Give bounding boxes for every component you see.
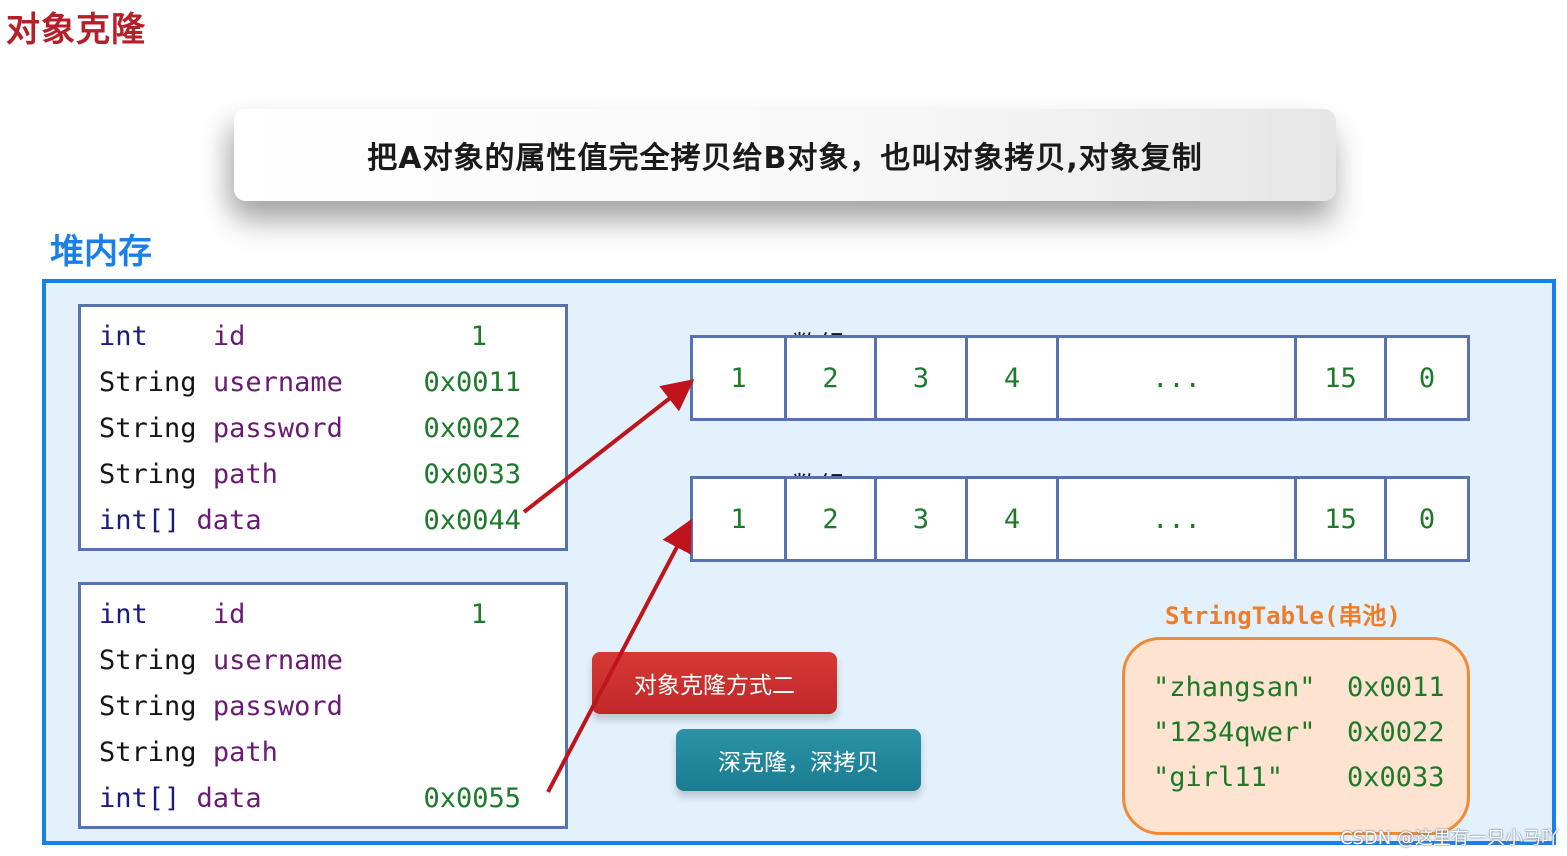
heap-label: 堆内存: [50, 232, 152, 272]
field-name: password: [212, 413, 343, 444]
field-name: id: [212, 321, 246, 352]
watermark: CSDN @这里有一只小马吖: [1339, 828, 1559, 849]
string-address: 0x0033: [1347, 762, 1445, 793]
field-name: username: [212, 367, 343, 398]
field-row: int[] data: [99, 501, 262, 541]
definition-banner: 把A对象的属性值完全拷贝给B对象，也叫对象拷贝,对象复制: [234, 109, 1336, 201]
field-row: String path: [99, 733, 278, 773]
field-value: 1: [470, 321, 487, 352]
deep-clone-tag: 深克隆，深拷贝: [676, 729, 921, 791]
string-table-entry: "zhangsan" 0x0011: [1153, 666, 1445, 710]
array-cell: 1: [693, 479, 787, 559]
string-literal: "girl11": [1153, 762, 1284, 793]
string-address: 0x0022: [1347, 717, 1445, 748]
field-name: data: [196, 505, 262, 536]
array-0x0055: 1 2 3 4... 15 0: [690, 476, 1470, 562]
array-cell: 4: [968, 338, 1059, 418]
field-type: String: [99, 737, 197, 768]
array-cell: 2: [787, 479, 877, 559]
definition-text: 把A对象的属性值完全拷贝给B对象，也叫对象拷贝,对象复制: [367, 141, 1203, 176]
field-name: username: [212, 645, 343, 676]
array-cell: 3: [877, 479, 968, 559]
field-row: String path: [99, 455, 278, 495]
string-literal: "1234qwer": [1153, 717, 1316, 748]
field-row: int[] data: [99, 779, 262, 819]
field-type: int: [99, 321, 148, 352]
field-type: int: [99, 599, 148, 630]
field-type: String: [99, 691, 197, 722]
array-0x0044: 1 2 3 4... 15 0: [690, 335, 1470, 421]
clone-method-tag: 对象克隆方式二: [592, 652, 837, 714]
array-cell: 1: [693, 338, 787, 418]
field-row: String password: [99, 409, 343, 449]
array-cell: 0: [1418, 362, 1436, 394]
field-name: data: [196, 783, 262, 814]
string-table: "zhangsan" 0x0011 "1234qwer" 0x0022 "girl11"…: [1122, 637, 1470, 835]
object-a: int id 1 String username 0x0011 String passw…: [78, 304, 568, 551]
field-type: int[]: [99, 505, 181, 536]
field-value: 0x0044: [423, 505, 521, 536]
array-cell: ...: [1059, 479, 1297, 559]
string-table-entry: "1234qwer" 0x0022: [1153, 711, 1445, 755]
field-type: int[]: [99, 783, 181, 814]
field-value: 0x0022: [423, 413, 521, 444]
deep-clone-text: 深克隆，深拷贝: [718, 750, 879, 776]
field-row: int id: [99, 317, 245, 357]
field-row: int id: [99, 595, 245, 635]
array-cell: 0: [1418, 503, 1436, 535]
string-literal: "zhangsan": [1153, 672, 1316, 703]
array-cell: 4: [968, 479, 1059, 559]
page-title: 对象克隆: [6, 10, 146, 50]
field-row: String password: [99, 687, 343, 727]
field-value: 0x0033: [423, 459, 521, 490]
field-type: String: [99, 459, 197, 490]
array-cell: 15: [1297, 338, 1387, 418]
field-value: 0x0055: [423, 783, 521, 814]
array-cell: 15: [1297, 479, 1387, 559]
array-cell: 2: [787, 338, 877, 418]
clone-method-text: 对象克隆方式二: [634, 673, 795, 699]
field-name: path: [212, 459, 278, 490]
field-type: String: [99, 645, 197, 676]
array-cell: 3: [877, 338, 968, 418]
field-type: String: [99, 367, 197, 398]
field-name: password: [212, 691, 343, 722]
field-type: String: [99, 413, 197, 444]
object-b: int id 1 String username String password Str…: [78, 582, 568, 829]
string-address: 0x0011: [1347, 672, 1445, 703]
field-name: path: [212, 737, 278, 768]
string-table-title: StringTable(串池): [1165, 602, 1401, 630]
string-table-entry: "girl11" 0x0033: [1153, 756, 1445, 800]
field-row: String username: [99, 641, 343, 681]
field-value: 0x0011: [423, 367, 521, 398]
field-name: id: [212, 599, 246, 630]
field-row: String username: [99, 363, 343, 403]
field-value: 1: [470, 599, 487, 630]
array-cell: ...: [1059, 338, 1297, 418]
